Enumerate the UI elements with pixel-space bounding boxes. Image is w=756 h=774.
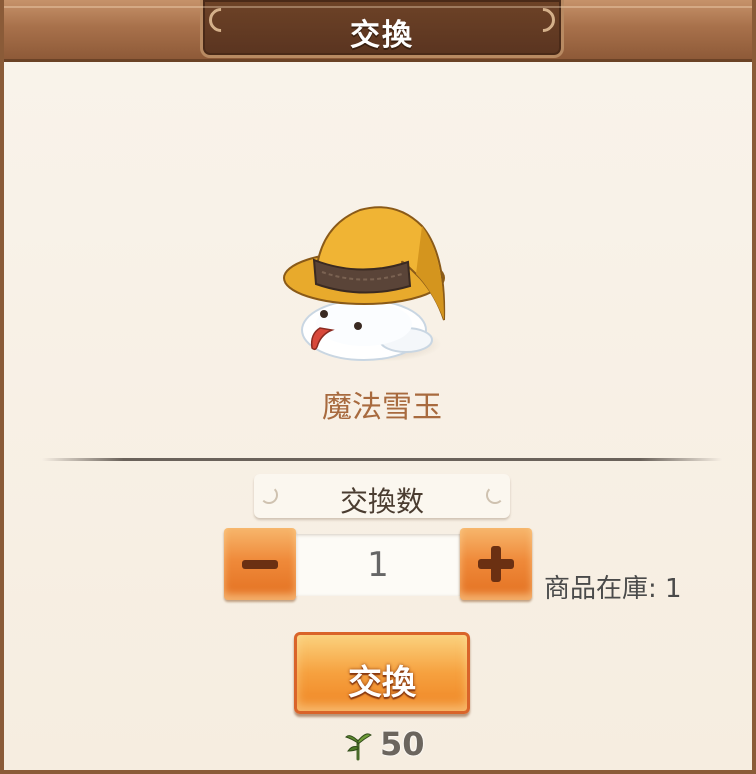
quantity-label-plate: 交換数 [254, 474, 510, 518]
stock-count: 商品在庫: 1 [544, 574, 682, 604]
dialog-header: 交換 [4, 0, 752, 62]
exchange-button-label: 交換 [348, 663, 416, 703]
increment-button[interactable] [460, 528, 532, 600]
quantity-input[interactable]: 1 [296, 534, 460, 596]
dialog-title: 交換 [350, 18, 414, 53]
item-name: 魔法雪玉 [322, 390, 442, 425]
title-plate: 交換 [200, 0, 564, 58]
snowball-with-witch-hat-icon [283, 206, 446, 361]
divider [42, 458, 722, 461]
exchange-button[interactable]: 交換 [294, 632, 470, 714]
minus-icon [242, 560, 278, 569]
quantity-label: 交換数 [339, 485, 424, 518]
decrement-button[interactable] [224, 528, 296, 600]
exchange-cost: 50 [344, 724, 425, 764]
exchange-dialog: 交換 魔法雪玉 交換数 1 商品在庫: 1 交換 50 [0, 0, 756, 774]
currency-icon [345, 733, 372, 761]
cost-amount: 50 [380, 725, 425, 763]
